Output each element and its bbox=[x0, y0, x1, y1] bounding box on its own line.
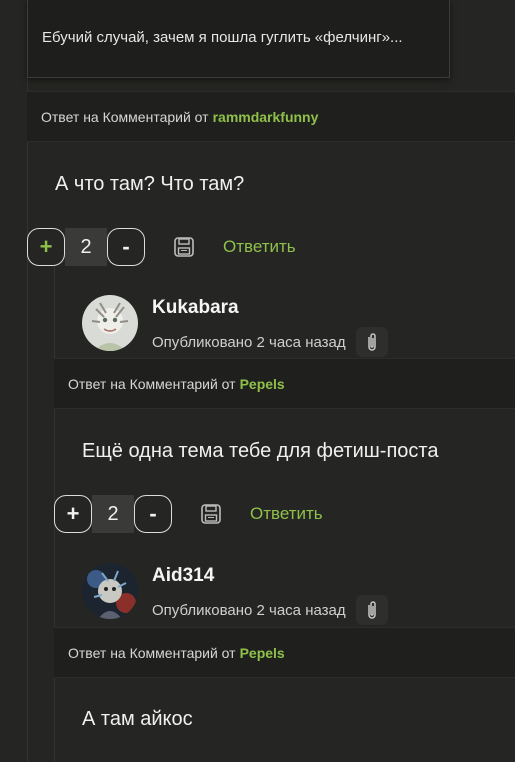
comment-header: Aid314 Опубликовано 2 часа назад bbox=[82, 563, 388, 625]
reply-button[interactable]: Ответить bbox=[250, 504, 323, 524]
reply-to-bar: Ответ на Комментарий от rammdarkfunny bbox=[27, 91, 515, 142]
reply-button[interactable]: Ответить bbox=[223, 237, 296, 257]
vote-count: 2 bbox=[92, 495, 134, 533]
comment-header: Kukabara Опубликовано 2 часа назад bbox=[82, 295, 388, 357]
reply-to-author-link[interactable]: Pepels bbox=[240, 376, 285, 392]
reply-to-author-link[interactable]: Pepels bbox=[240, 645, 285, 661]
save-icon[interactable] bbox=[173, 236, 195, 258]
upvote-button[interactable]: + bbox=[54, 495, 92, 533]
reply-prefix: Ответ на Комментарий от bbox=[41, 108, 209, 125]
paperclip-icon bbox=[367, 333, 376, 351]
username-link[interactable]: Kukabara bbox=[152, 297, 388, 319]
comment-text: Ещё одна тема тебе для фетиш-поста bbox=[82, 440, 439, 462]
reply-prefix: Ответ на Комментарий от bbox=[68, 375, 236, 392]
save-icon[interactable] bbox=[200, 503, 222, 525]
paperclip-button[interactable] bbox=[355, 327, 388, 357]
downvote-button[interactable]: - bbox=[107, 228, 145, 266]
vote-controls: + 2 - Ответить bbox=[54, 495, 323, 533]
avatar-aid314[interactable] bbox=[82, 563, 138, 619]
published-time: Опубликовано 2 часа назад bbox=[152, 601, 346, 619]
paperclip-icon bbox=[367, 601, 376, 619]
reply-prefix: Ответ на Комментарий от bbox=[68, 644, 236, 661]
published-time: Опубликовано 2 часа назад bbox=[152, 333, 346, 351]
reply-to-bar: Ответ на Комментарий от Pepels bbox=[54, 358, 515, 409]
comment-preview-tooltip: Ебучий случай, зачем я пошла гуглить «фе… bbox=[27, 0, 450, 78]
tooltip-text: Ебучий случай, зачем я пошла гуглить «фе… bbox=[42, 29, 403, 46]
vote-count: 2 bbox=[65, 228, 107, 266]
comment-text: А что там? Что там? bbox=[55, 173, 245, 195]
reply-to-bar: Ответ на Комментарий от Pepels bbox=[54, 627, 515, 678]
upvote-button[interactable]: + bbox=[27, 228, 65, 266]
reply-to-author-link[interactable]: rammdarkfunny bbox=[213, 109, 319, 125]
downvote-button[interactable]: - bbox=[134, 495, 172, 533]
paperclip-button[interactable] bbox=[355, 595, 388, 625]
comment-text: А там айкос bbox=[82, 708, 193, 730]
vote-controls: + 2 - Ответить bbox=[27, 228, 296, 266]
username-link[interactable]: Aid314 bbox=[152, 565, 388, 587]
avatar-kukabara[interactable] bbox=[82, 295, 138, 351]
